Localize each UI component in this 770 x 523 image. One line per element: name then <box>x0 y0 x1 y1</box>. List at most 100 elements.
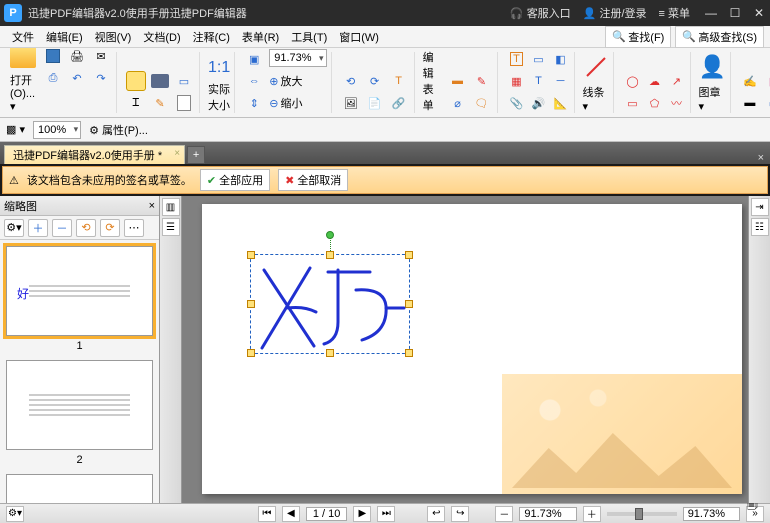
menu-file[interactable]: 文件 <box>6 27 40 47</box>
sb-zoom-b[interactable]: 91.73% <box>683 507 740 521</box>
vt-expand[interactable]: ⇥ <box>751 198 769 216</box>
pattern-icon[interactable]: ▩ ▾ <box>6 123 25 136</box>
whiteout[interactable]: ▭ <box>763 93 770 113</box>
save-button[interactable] <box>42 48 64 66</box>
link-menu[interactable]: ≡ 菜单 <box>659 5 690 21</box>
handle-bl[interactable] <box>247 349 255 357</box>
redo-button[interactable]: ↷ <box>90 68 112 88</box>
advanced-find-button[interactable]: 🔍高级查找(S) <box>675 26 764 48</box>
highlight[interactable]: ▬ <box>447 71 469 91</box>
menu-view[interactable]: 视图(V) <box>89 27 138 47</box>
strip-close-button[interactable]: × <box>758 152 764 164</box>
area[interactable]: ▦ <box>506 71 528 91</box>
menu-form[interactable]: 表单(R) <box>236 27 285 47</box>
strike[interactable]: ⌀ <box>447 93 469 113</box>
sb-zoom-a[interactable]: 91.73% <box>519 507 576 521</box>
zoom-out-button[interactable]: ⊖缩小 <box>269 93 302 113</box>
note[interactable]: 🗨 <box>471 93 493 113</box>
fit-height[interactable]: ⇕ <box>243 93 265 113</box>
shape-circle[interactable]: ◯ <box>622 71 644 91</box>
redact[interactable]: ▬ <box>739 93 761 113</box>
handle-tm[interactable] <box>326 251 334 259</box>
sb-back[interactable]: ↩ <box>427 506 445 522</box>
sb-prev[interactable]: ◀ <box>282 506 300 522</box>
sb-last[interactable]: ⏭ <box>377 506 395 522</box>
add-image[interactable]: 🖼 <box>340 93 362 113</box>
fit-page[interactable]: ▣ <box>243 49 265 69</box>
menu-document[interactable]: 文档(D) <box>137 27 186 47</box>
menu-edit[interactable]: 编辑(E) <box>40 27 89 47</box>
ocr[interactable]: 📄 <box>364 93 386 113</box>
hand-tool[interactable] <box>125 71 147 91</box>
sb-next[interactable]: ▶ <box>353 506 371 522</box>
snapshot-tool[interactable] <box>149 71 171 91</box>
sign[interactable]: ✍ <box>739 71 761 91</box>
edit-pages[interactable] <box>173 93 195 113</box>
textbox[interactable]: ▭ <box>528 49 550 69</box>
apply-all-button[interactable]: ✔全部应用 <box>200 169 270 191</box>
shape-pent[interactable]: ⬠ <box>644 93 666 113</box>
callout[interactable]: ◧ <box>550 49 572 69</box>
new-tab-button[interactable]: + <box>187 146 205 164</box>
fit-width[interactable]: ⇔ <box>243 71 265 91</box>
attach[interactable]: 📎 <box>506 93 528 113</box>
shape-cloud[interactable]: ☁ <box>644 71 666 91</box>
measure[interactable]: 📐 <box>550 93 572 113</box>
sb-fwd[interactable]: ↪ <box>451 506 469 522</box>
line-tool[interactable]: 线条 ▾ <box>583 54 609 113</box>
menu-comment[interactable]: 注释(C) <box>187 27 236 47</box>
menu-tools[interactable]: 工具(T) <box>285 27 333 47</box>
undo-button[interactable]: ↶ <box>66 68 88 88</box>
zoom-in-button[interactable]: ⊕放大 <box>269 71 302 91</box>
find-button[interactable]: 🔍查找(F) <box>605 26 671 48</box>
sb-page[interactable]: 1 / 10 <box>306 507 348 521</box>
typewriter[interactable]: T <box>528 71 550 91</box>
page-area[interactable] <box>182 196 748 503</box>
sb-first[interactable]: ⏮ <box>258 506 276 522</box>
thumb-more[interactable]: ⋯ <box>124 219 144 237</box>
slider-knob[interactable] <box>635 508 643 520</box>
email-button[interactable]: ✉ <box>90 48 112 66</box>
thumb-zoom-out[interactable]: － <box>52 219 72 237</box>
pen[interactable]: ✎ <box>471 71 493 91</box>
window-max-button[interactable]: ☐ <box>728 6 742 20</box>
edit-content[interactable]: ✎ <box>149 93 171 113</box>
cancel-all-button[interactable]: ✖全部取消 <box>278 169 348 191</box>
window-close-button[interactable]: ✕ <box>752 6 766 20</box>
menu-window[interactable]: 窗口(W) <box>333 27 385 47</box>
sb-options[interactable]: ⚙▾ <box>6 506 24 522</box>
actual-size-button[interactable]: 1:1 实际大小 <box>208 59 230 113</box>
props-button[interactable]: ⚙ 属性(P)... <box>89 122 148 138</box>
tab-close-button[interactable]: × <box>174 148 180 159</box>
sb-zoom-in[interactable]: ＋ <box>583 506 601 522</box>
print-button[interactable]: 🖨 <box>66 48 88 66</box>
line-anno[interactable]: ─ <box>550 71 572 91</box>
handle-tr[interactable] <box>405 251 413 259</box>
stamp-button[interactable]: 👤 图章 ▾ <box>699 54 726 113</box>
sound[interactable]: 🔊 <box>528 93 550 113</box>
panel-close-button[interactable]: × <box>149 200 155 212</box>
link-service[interactable]: 🎧 客服入口 <box>510 5 571 21</box>
text-select[interactable]: Ꮖ <box>125 93 147 113</box>
link-login[interactable]: 👤 注册/登录 <box>583 5 647 21</box>
thumb-rotate-left[interactable]: ⟲ <box>76 219 96 237</box>
shape-poly[interactable]: 〰 <box>666 93 688 113</box>
open-button[interactable]: 打开(O)... ▾ <box>10 48 36 113</box>
thumbnail-page-3[interactable] <box>6 474 153 503</box>
thumbnail-page-1[interactable]: 好 <box>6 246 153 336</box>
thumb-rotate-right[interactable]: ⟳ <box>100 219 120 237</box>
zoom-combo[interactable]: 91.73% <box>269 49 326 67</box>
thumb-zoom-in[interactable]: ＋ <box>28 219 48 237</box>
link-tool[interactable]: 🔗 <box>388 93 410 113</box>
eraser[interactable]: ◧ <box>763 71 770 91</box>
rotate-right[interactable]: ⟳ <box>364 71 386 91</box>
rotate-handle[interactable] <box>326 231 334 239</box>
shape-rect[interactable]: ▭ <box>622 93 644 113</box>
document-tab[interactable]: 迅捷PDF编辑器v2.0使用手册 * × <box>4 145 185 164</box>
select-tool[interactable]: ▭ <box>173 71 195 91</box>
add-text[interactable]: T <box>388 71 410 91</box>
vt-layers[interactable]: ☷ <box>751 218 769 236</box>
sb-zoom-out[interactable]: － <box>495 506 513 522</box>
edit-form-button[interactable]: ☲ 编辑表单 <box>423 48 441 113</box>
rotate-left[interactable]: ⟲ <box>340 71 362 91</box>
